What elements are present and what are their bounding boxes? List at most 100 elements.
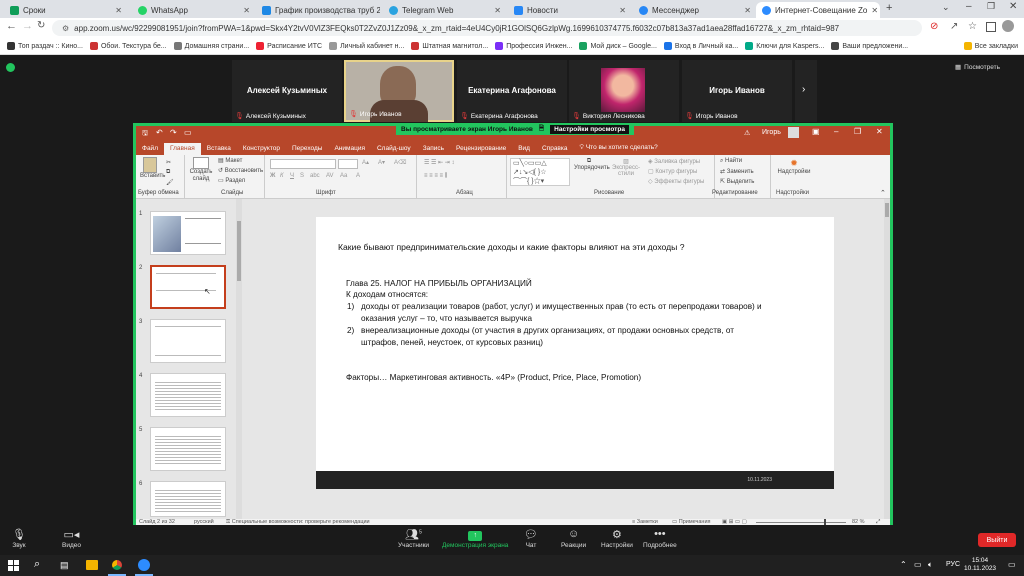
addins-button[interactable]: ✹ Надстройки [774, 158, 814, 175]
share-screen-button[interactable]: ↑ Демонстрация экрана [442, 528, 508, 549]
browser-tab[interactable]: Мессенджер ✕ [633, 2, 757, 18]
tab-design[interactable]: Конструктор [237, 145, 286, 155]
new-slide-button[interactable]: Создать слайд [188, 157, 214, 183]
bookmark-item[interactable]: Ключи для Kaspers... [745, 42, 824, 50]
video-tile[interactable]: 🎙︎ Виктория Лесникова [569, 60, 679, 122]
select-button[interactable]: ⇱ Выделить [720, 178, 754, 185]
bullets-icon[interactable]: ☰ ☰ ⇤ ⇥ ↕ [424, 159, 454, 166]
back-icon[interactable]: ← [6, 20, 17, 32]
section-button[interactable]: ▭ Раздел [218, 177, 245, 184]
redo-icon[interactable]: ↷ [170, 128, 177, 137]
minimize-icon[interactable]: – [834, 127, 838, 136]
browser-tab[interactable]: Сроки ✕ [4, 2, 128, 18]
audio-button[interactable]: 🎙︎ Звук [12, 528, 26, 549]
slide-thumbnail[interactable] [150, 427, 226, 471]
zoom-slider[interactable] [756, 522, 846, 523]
language-indicator[interactable]: РУС [946, 561, 960, 568]
bookmark-star-icon[interactable]: ☆ [968, 21, 977, 32]
quick-styles-button[interactable]: ▨ Экспресс-стили [608, 158, 644, 177]
search-icon[interactable]: ⌕ [34, 558, 40, 571]
tab-transitions[interactable]: Переходы [286, 145, 329, 155]
bookmark-item[interactable]: Ваши предложени... [831, 42, 908, 50]
copy-icon[interactable]: ⧉ [166, 169, 170, 176]
zoom-app-icon[interactable] [138, 559, 150, 571]
undo-icon[interactable]: ↶ [156, 128, 163, 137]
tab-record[interactable]: Запись [417, 145, 450, 155]
close-icon[interactable]: ✕ [867, 6, 878, 15]
file-explorer-icon[interactable] [86, 560, 98, 570]
bookmark-item[interactable]: Мой диск – Google... [579, 42, 657, 50]
close-icon[interactable]: ✕ [740, 6, 751, 15]
clear-format-icon[interactable]: A⌫ [394, 159, 407, 166]
reactions-button[interactable]: ☺ Реакции [561, 528, 586, 549]
bookmark-item[interactable]: Личный кабинет н... [329, 42, 404, 50]
tab-home[interactable]: Главная [163, 143, 201, 155]
slide-thumbnail[interactable] [150, 319, 226, 363]
shape-outline-button[interactable]: ▢ Контур фигуры [648, 168, 697, 175]
notifications-icon[interactable]: ▭ [1008, 560, 1016, 569]
avatar[interactable] [1002, 20, 1014, 32]
video-tile[interactable]: Алексей Кузьминых 🎙︎ Алексей Кузьминых [232, 60, 342, 122]
slide-thumbnail-selected[interactable]: ↖ [150, 265, 226, 309]
close-icon[interactable]: ✕ [876, 127, 883, 136]
thumbnails-scrollbar[interactable] [236, 199, 242, 519]
bookmark-item[interactable]: Обои. Текстура бе... [89, 42, 167, 50]
view-button[interactable]: ▦ Посмотреть [955, 63, 1000, 72]
present-icon[interactable]: ▭ [184, 128, 192, 137]
bookmark-item[interactable]: Расписание ИТС [256, 42, 322, 50]
avatar[interactable] [788, 127, 799, 138]
video-tile[interactable]: Екатерина Агафонова 🎙︎ Екатерина Агафонов… [457, 60, 567, 122]
format-painter-icon[interactable]: 🖌︎ [166, 179, 174, 186]
slide-thumbnail[interactable] [150, 481, 226, 517]
slide-canvas[interactable]: Какие бывают предпринимательские доходы … [316, 217, 834, 489]
paste-button[interactable]: Вставить [140, 157, 165, 179]
slide-thumbnail[interactable] [150, 373, 226, 417]
browser-tab[interactable]: Telegram Web ✕ [383, 2, 507, 18]
close-icon[interactable]: ✕ [615, 6, 626, 15]
arrange-button[interactable]: ⧉ Упорядочить [574, 158, 610, 171]
tray-chevron-icon[interactable]: ⌃ [900, 560, 907, 569]
browser-tab[interactable]: WhatsApp ✕ [132, 2, 256, 18]
tab-help[interactable]: Справка [536, 145, 574, 155]
font-color-icon[interactable]: A [356, 173, 360, 179]
share-icon[interactable]: ↗ [950, 21, 958, 32]
view-settings-button[interactable]: Настройки просмотра [550, 124, 629, 134]
video-button[interactable]: ▭◂ Видео [62, 528, 81, 549]
video-tile-active-speaker[interactable]: 🎙︎ Игорь Иванов [344, 60, 454, 122]
browser-tab[interactable]: График производства труб 20✕ [256, 2, 380, 18]
shapes-gallery[interactable]: ▭╲○▭▭△ ↗↓↘◁{ }☆ ⌒⌒{ }☆▾ [510, 158, 570, 186]
shape-effects-button[interactable]: ◇ Эффекты фигуры [648, 178, 704, 185]
bookmark-item[interactable]: Профессия Инжен... [495, 42, 572, 50]
find-button[interactable]: ⌕ Найти [720, 158, 742, 165]
underline-icon[interactable]: Ч [290, 173, 294, 179]
align-icon[interactable]: ≡ ≡ ≡ ≡ ⫼ [424, 173, 447, 180]
tab-animations[interactable]: Анимация [328, 145, 371, 155]
windows-start-icon[interactable] [8, 560, 19, 571]
tab-insert[interactable]: Вставка [201, 145, 237, 155]
next-page-button[interactable]: › [795, 60, 817, 122]
tab-slideshow[interactable]: Слайд-шоу [371, 145, 417, 155]
tell-me-search[interactable]: 💡︎ Что вы хотите сделать? [573, 144, 663, 155]
slide-scrollbar[interactable] [884, 199, 890, 519]
collapse-ribbon-icon[interactable]: ⌃ [880, 189, 886, 197]
participants-button[interactable]: 👥︎5 Участники [398, 528, 429, 549]
slide-thumbnail[interactable] [150, 211, 226, 255]
cut-icon[interactable]: ✂ [166, 159, 171, 166]
browser-tab[interactable]: Новости ✕ [508, 2, 632, 18]
volume-icon[interactable]: 🔈︎ [928, 560, 933, 570]
shadow-icon[interactable]: S [300, 173, 304, 179]
font-size-input[interactable] [338, 159, 358, 169]
video-tile[interactable]: Игорь Иванов 🎙︎ Игорь Иванов [682, 60, 792, 122]
close-icon[interactable]: ✕ [239, 6, 250, 15]
browser-tab-active[interactable]: Интернет-Совещание Zo ✕ [756, 2, 880, 18]
bold-icon[interactable]: Ж [270, 173, 275, 179]
settings-button[interactable]: ⚙ Настройки [601, 528, 633, 549]
maximize-icon[interactable]: ❐ [854, 127, 861, 136]
bookmark-item[interactable]: Топ раздач :: Кино... [7, 42, 83, 50]
case-icon[interactable]: Aa [340, 173, 347, 179]
italic-icon[interactable]: К [280, 173, 284, 179]
strikethrough-icon[interactable]: abc [310, 173, 320, 179]
network-icon[interactable]: ▭ [914, 560, 922, 569]
bookmark-item[interactable]: Штатная магнитол... [411, 42, 488, 50]
forward-icon[interactable]: → [22, 20, 33, 32]
